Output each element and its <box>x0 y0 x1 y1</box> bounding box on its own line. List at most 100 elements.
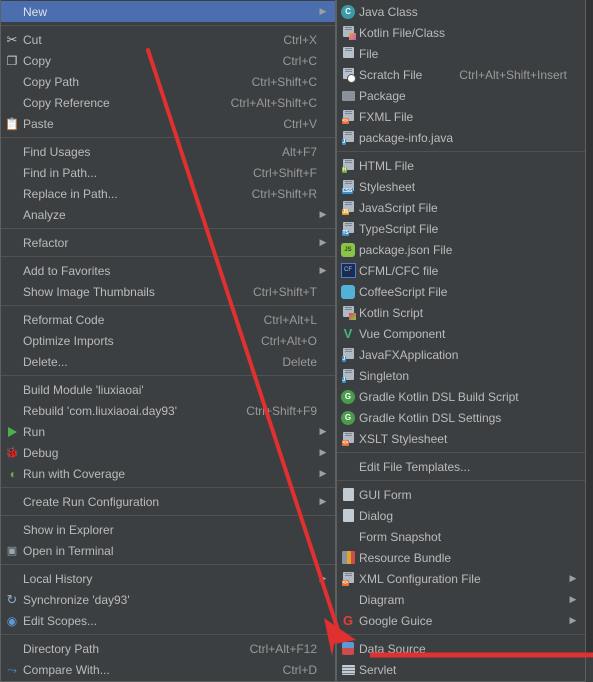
menu-item-coffeescript-file[interactable]: CoffeeScript File <box>337 281 585 302</box>
menu-separator <box>1 137 335 138</box>
menu-item-label: Replace in Path... <box>23 186 118 201</box>
menu-item-xslt-stylesheet[interactable]: <> XSLT Stylesheet <box>337 428 585 449</box>
menu-item-label: Compare With... <box>23 662 110 677</box>
menu-item-edit-scopes[interactable]: ◉ Edit Scopes... <box>1 610 335 631</box>
menu-item-servlet[interactable]: Servlet <box>337 659 585 680</box>
menu-item-debug[interactable]: 🐞 Debug ▶ <box>1 442 335 463</box>
menu-item-label: Local History <box>23 571 93 586</box>
menu-item-dialog[interactable]: Dialog <box>337 505 585 526</box>
menu-item-find-in-path[interactable]: Find in Path... Ctrl+Shift+F <box>1 162 335 183</box>
package-icon <box>337 88 359 104</box>
menu-item-diagram[interactable]: Diagram ▶ <box>337 589 585 610</box>
menu-item-label: Find Usages <box>23 144 91 159</box>
menu-item-shortcut: Alt+F7 <box>281 144 317 159</box>
menu-item-java-class[interactable]: C Java Class <box>337 1 585 22</box>
menu-item-label: Java Class <box>359 4 418 19</box>
menu-item-new[interactable]: New ▶ <box>1 1 335 22</box>
menu-item-label: Copy Reference <box>23 95 110 110</box>
menu-separator <box>1 564 335 565</box>
menu-item-package-info-java[interactable]: Jpackage-info.java <box>337 127 585 148</box>
menu-item-rebuild-com-liuxiaoai-day93[interactable]: Rebuild 'com.liuxiaoai.day93' Ctrl+Shift+… <box>1 400 335 421</box>
menu-item-refactor[interactable]: Refactor ▶ <box>1 232 335 253</box>
menu-item-show-image-thumbnails[interactable]: Show Image Thumbnails Ctrl+Shift+T <box>1 281 335 302</box>
resource-bundle-icon <box>337 550 359 566</box>
menu-item-copy[interactable]: ❐ Copy Ctrl+C <box>1 50 335 71</box>
menu-item-kotlin-script[interactable]: Kotlin Script <box>337 302 585 323</box>
menu-item-javafxapplication[interactable]: J JavaFXApplication <box>337 344 585 365</box>
menu-item-label: FXML File <box>359 109 414 124</box>
menu-item-gradle-kotlin-dsl-build-script[interactable]: G Gradle Kotlin DSL Build Script <box>337 386 585 407</box>
menu-item-delete[interactable]: Delete... Delete <box>1 351 335 372</box>
new-submenu[interactable]: C Java Class Kotlin File/Class File Scratch … <box>336 0 586 682</box>
menu-item-scratch-file[interactable]: Scratch File Ctrl+Alt+Shift+Insert <box>337 64 585 85</box>
menu-item-html-file[interactable]: H HTML File <box>337 155 585 176</box>
no-icon <box>1 95 23 111</box>
gradle-icon: G <box>337 389 359 405</box>
menu-item-package[interactable]: Package <box>337 85 585 106</box>
menu-item-optimize-imports[interactable]: Optimize Imports Ctrl+Alt+O <box>1 330 335 351</box>
menu-item-label: Show Image Thumbnails <box>23 284 155 299</box>
menu-item-gui-form[interactable]: GUI Form <box>337 484 585 505</box>
menu-item-label: GUI Form <box>359 487 412 502</box>
vue-icon: V <box>343 325 353 341</box>
menu-item-compare-with[interactable]: ⤳ Compare With... Ctrl+D <box>1 659 335 680</box>
no-icon <box>1 641 23 657</box>
menu-item-copy-path[interactable]: Copy Path Ctrl+Shift+C <box>1 71 335 92</box>
menu-item-data-source[interactable]: Data Source <box>337 638 585 659</box>
menu-item-local-history[interactable]: Local History ▶ <box>1 568 335 589</box>
menu-item-find-usages[interactable]: Find Usages Alt+F7 <box>1 141 335 162</box>
menu-item-label: Refactor <box>23 235 69 250</box>
menu-item-replace-in-path[interactable]: Replace in Path... Ctrl+Shift+R <box>1 183 335 204</box>
menu-item-directory-path[interactable]: Directory Path Ctrl+Alt+F12 <box>1 638 335 659</box>
menu-item-analyze[interactable]: Analyze ▶ <box>1 204 335 225</box>
menu-item-edit-file-templates[interactable]: Edit File Templates... <box>337 456 585 477</box>
menu-item-paste[interactable]: 📋 Paste Ctrl+V <box>1 113 335 134</box>
menu-item-label: Add to Favorites <box>23 263 111 278</box>
menu-item-singleton[interactable]: J Singleton <box>337 365 585 386</box>
submenu-chevron-icon: ▶ <box>319 426 327 436</box>
menu-item-vue-component[interactable]: V Vue Component <box>337 323 585 344</box>
menu-item-label: New <box>23 4 48 19</box>
menu-item-fxml-file[interactable]: <> FXML File <box>337 106 585 127</box>
cfml-file-icon: CF <box>337 263 359 279</box>
java-file-icon: J <box>337 130 359 146</box>
menu-item-shortcut: Ctrl+Alt+O <box>260 333 317 348</box>
menu-item-shortcut: Ctrl+Alt+L <box>263 312 317 327</box>
menu-item-create-run-configuration[interactable]: Create Run Configuration ▶ <box>1 491 335 512</box>
menu-item-build-module-liuxiaoai[interactable]: Build Module 'liuxiaoai' <box>1 379 335 400</box>
menu-item-cfml-cfc-file[interactable]: CF CFML/CFC file <box>337 260 585 281</box>
no-icon <box>1 144 23 160</box>
menu-item-run[interactable]: Run ▶ <box>1 421 335 442</box>
menu-item-shortcut: Ctrl+Shift+R <box>251 186 317 201</box>
menu-item-reformat-code[interactable]: Reformat Code Ctrl+Alt+L <box>1 309 335 330</box>
menu-item-show-in-explorer[interactable]: Show in Explorer <box>1 519 335 540</box>
menu-item-package-json-file[interactable]: JS package.json File <box>337 239 585 260</box>
menu-item-synchronize-day93[interactable]: ↻ Synchronize 'day93' <box>1 589 335 610</box>
kotlin-script-icon <box>337 305 359 321</box>
project-context-menu[interactable]: New ▶ ✂ Cut Ctrl+X ❐ Copy Ctrl+C Copy Path Ctrl+S… <box>0 0 336 682</box>
menu-item-resource-bundle[interactable]: Resource Bundle <box>337 547 585 568</box>
terminal-icon: ▣ <box>6 544 18 557</box>
menu-item-run-with-coverage[interactable]: ◖ Run with Coverage ▶ <box>1 463 335 484</box>
menu-item-cut[interactable]: ✂ Cut Ctrl+X <box>1 29 335 50</box>
menu-item-stylesheet[interactable]: CSS Stylesheet <box>337 176 585 197</box>
menu-item-typescript-file[interactable]: TS TypeScript File <box>337 218 585 239</box>
menu-item-label: CoffeeScript File <box>359 284 448 299</box>
menu-item-javascript-file[interactable]: JS JavaScript File <box>337 197 585 218</box>
menu-item-copy-reference[interactable]: Copy Reference Ctrl+Alt+Shift+C <box>1 92 335 113</box>
menu-item-google-guice[interactable]: G Google Guice ▶ <box>337 610 585 631</box>
menu-item-file[interactable]: File <box>337 43 585 64</box>
menu-item-label: Optimize Imports <box>23 333 114 348</box>
menu-item-gradle-kotlin-dsl-settings[interactable]: G Gradle Kotlin DSL Settings <box>337 407 585 428</box>
menu-separator <box>337 634 585 635</box>
menu-item-xml-configuration-file[interactable]: <> XML Configuration File ▶ <box>337 568 585 589</box>
dialog-icon <box>337 508 359 524</box>
menu-item-open-in-terminal[interactable]: ▣ Open in Terminal <box>1 540 335 561</box>
menu-item-form-snapshot[interactable]: Form Snapshot <box>337 526 585 547</box>
submenu-chevron-icon: ▶ <box>569 594 577 604</box>
menu-item-shortcut: Ctrl+Shift+F <box>252 165 317 180</box>
menu-item-add-to-favorites[interactable]: Add to Favorites ▶ <box>1 260 335 281</box>
data-source-icon <box>337 641 359 657</box>
menu-item-kotlin-file-class[interactable]: Kotlin File/Class <box>337 22 585 43</box>
no-icon <box>1 186 23 202</box>
